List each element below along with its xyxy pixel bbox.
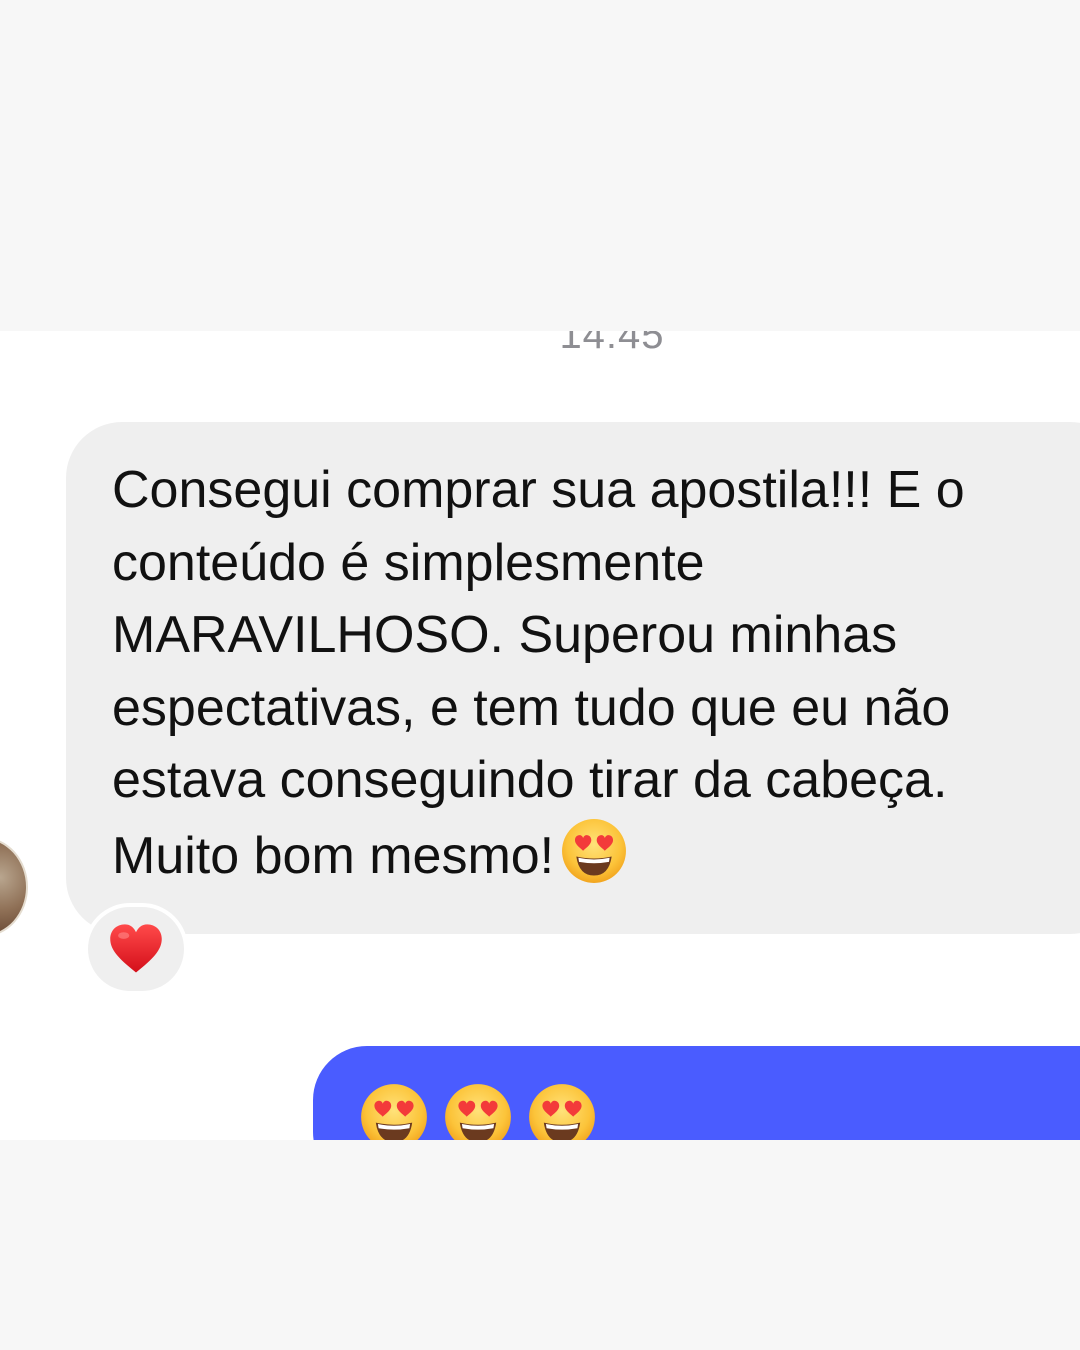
smiling-face-with-heart-eyes-icon [359, 1082, 429, 1140]
sender-avatar[interactable] [0, 837, 28, 937]
bottom-background [0, 1140, 1080, 1350]
smiling-face-with-heart-eyes-icon [560, 817, 628, 885]
message-timestamp: 14:45 [559, 331, 665, 357]
message-reaction-badge[interactable] [84, 903, 188, 995]
sent-message-bubble[interactable] [313, 1046, 1080, 1140]
smiling-face-with-heart-eyes-icon [527, 1082, 597, 1140]
received-message-text: Consegui comprar sua apostila!!! E o con… [112, 461, 965, 885]
sent-message-emojis [359, 1082, 597, 1140]
received-message-bubble[interactable]: Consegui comprar sua apostila!!! E o con… [66, 422, 1080, 934]
chat-thread[interactable]: 14:45 Consegui comprar sua apostila!!! E… [0, 331, 1080, 1140]
top-background [0, 0, 1080, 331]
smiling-face-with-heart-eyes-icon [443, 1082, 513, 1140]
red-heart-icon [108, 923, 164, 975]
received-message-content: Consegui comprar sua apostila!!! E o con… [112, 454, 1080, 892]
